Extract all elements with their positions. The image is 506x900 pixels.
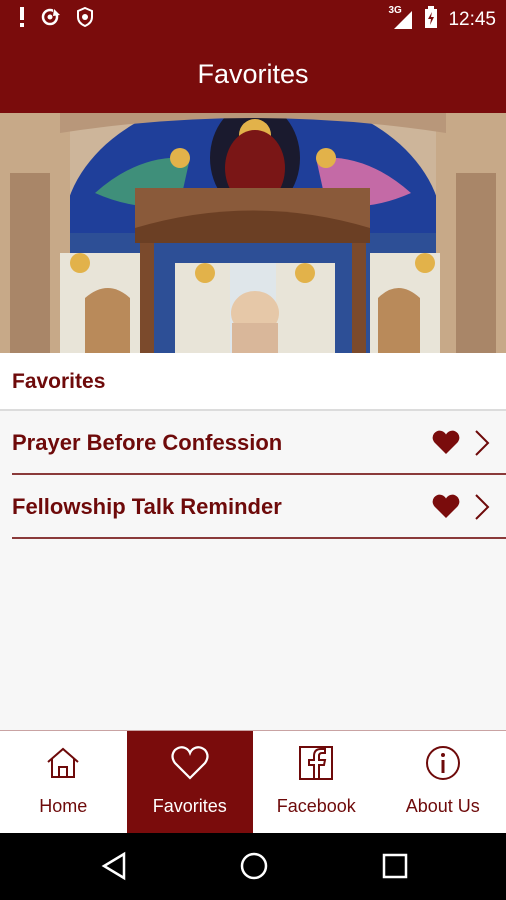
alert-icon [18, 7, 26, 32]
nav-facebook[interactable]: Facebook [253, 731, 380, 834]
status-right-icons: 3G 12:45 [388, 5, 496, 33]
back-icon[interactable] [100, 851, 128, 886]
heart-icon[interactable] [432, 493, 460, 524]
recents-icon[interactable] [381, 851, 409, 886]
status-bar: 3G 12:45 [0, 0, 506, 36]
status-left-icons [18, 6, 94, 32]
nav-favorites-label: Favorites [152, 796, 227, 816]
home-button-icon[interactable] [239, 851, 269, 886]
section-title: Favorites [12, 370, 106, 393]
nav-home-label: Home [39, 796, 88, 816]
nav-about-us[interactable]: About Us [380, 731, 506, 834]
chevron-right-icon [474, 493, 490, 526]
home-icon [45, 745, 81, 786]
favorite-item[interactable]: Prayer Before Confession [12, 411, 506, 475]
favorite-item-label: Prayer Before Confession [12, 430, 283, 455]
favorite-item[interactable]: Fellowship Talk Reminder [12, 475, 506, 539]
nav-favorites[interactable]: Favorites [126, 731, 253, 834]
nav-about-us-label: About Us [405, 796, 480, 816]
bottom-nav: Home Favorites Facebook About Us [0, 730, 506, 834]
church-altar-image [0, 113, 506, 353]
app-bar: Favorites [0, 36, 506, 113]
section-header: Favorites [0, 353, 506, 411]
nav-home[interactable]: Home [0, 731, 127, 834]
chevron-right-icon [474, 429, 490, 462]
page-title: Favorites [197, 59, 309, 89]
info-icon [425, 745, 461, 786]
heart-icon[interactable] [432, 429, 460, 460]
shield-icon [76, 6, 94, 32]
sync-icon [40, 7, 62, 32]
favorite-item-label: Fellowship Talk Reminder [12, 494, 282, 519]
heart-outline-icon [171, 745, 209, 786]
status-time: 12:45 [448, 8, 496, 30]
battery-icon [424, 6, 438, 33]
system-nav-bar [0, 833, 506, 900]
facebook-icon [298, 745, 334, 786]
nav-facebook-label: Facebook [276, 796, 356, 816]
signal-icon: 3G [388, 5, 414, 31]
